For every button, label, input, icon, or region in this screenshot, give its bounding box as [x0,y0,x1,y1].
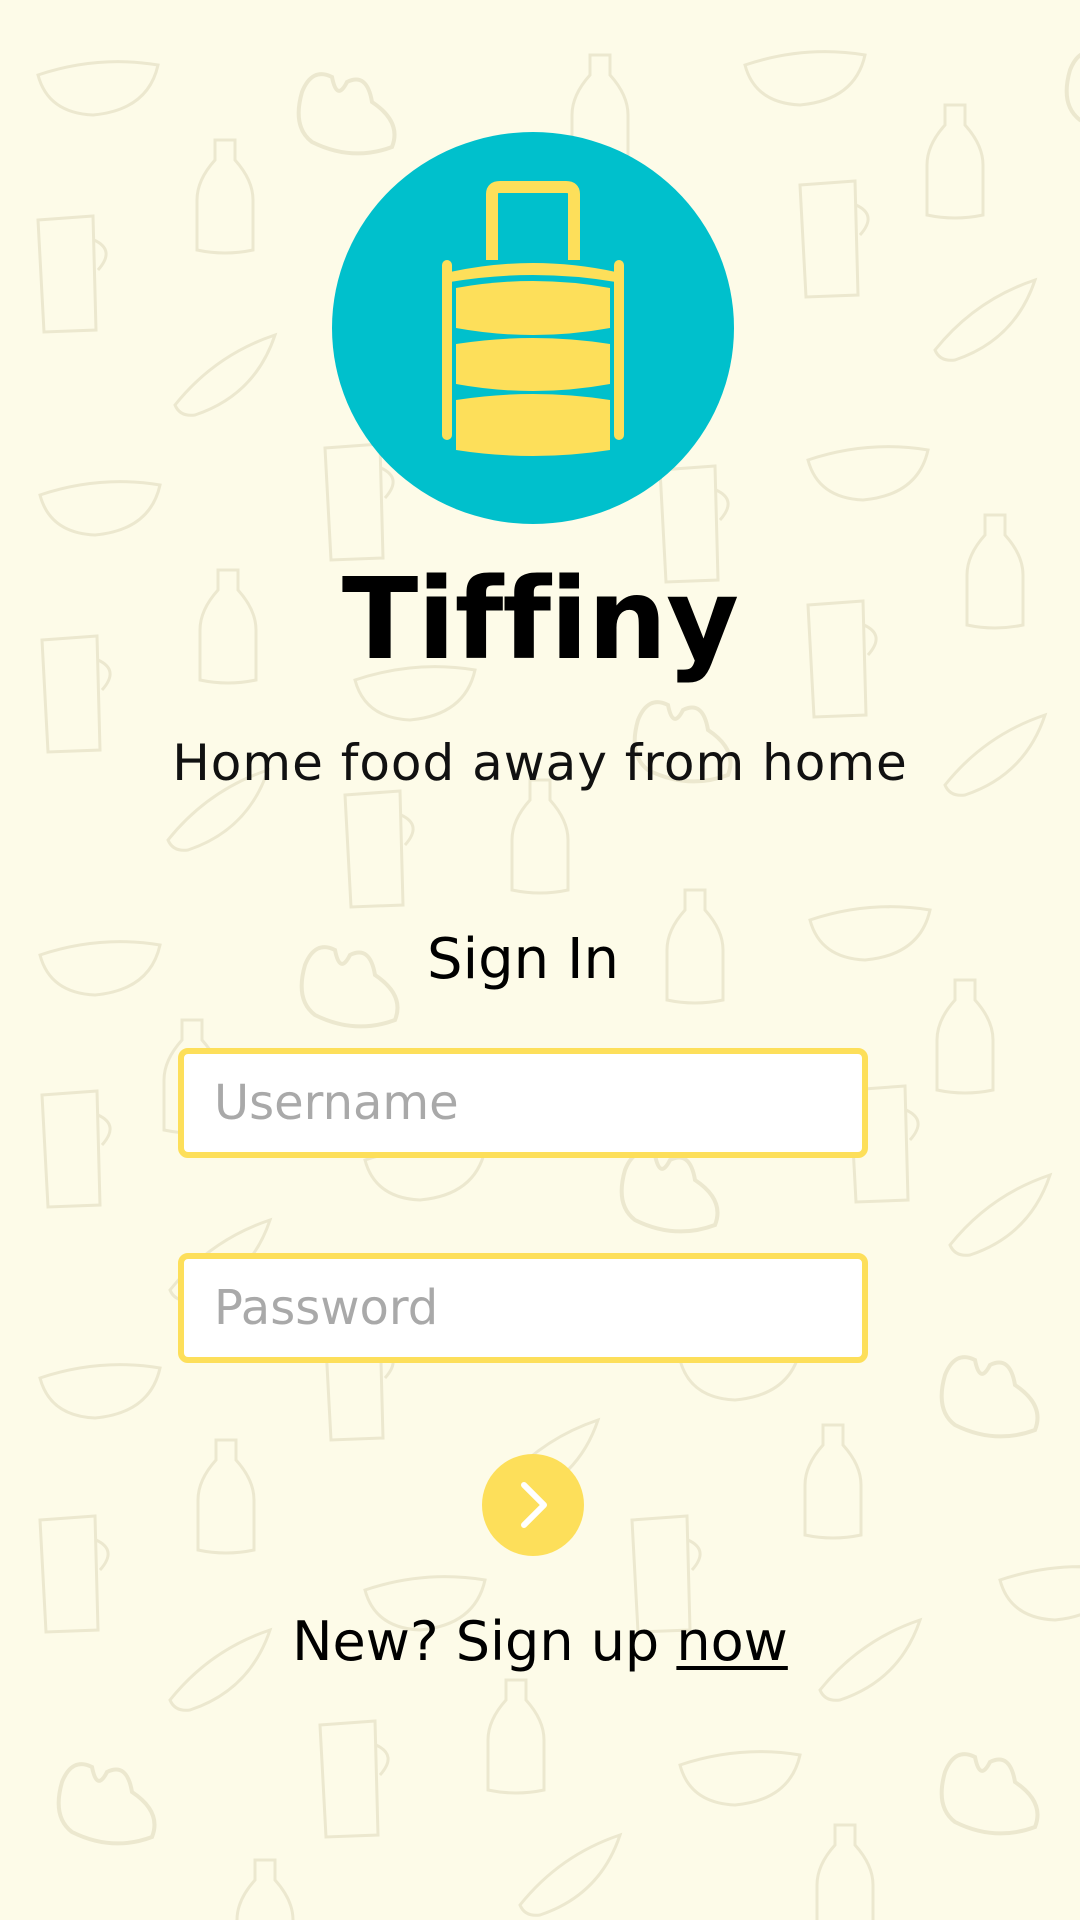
password-input[interactable] [184,1259,862,1357]
chevron-right-icon [521,1482,547,1528]
username-input[interactable] [184,1054,862,1152]
signin-heading: Sign In [427,927,619,992]
app-tagline: Home food away from home [172,734,908,792]
password-field [178,1253,868,1363]
signup-prompt: New? Sign up now [0,1604,1080,1680]
signup-now-link[interactable]: now [676,1610,787,1673]
signup-prompt-text: New? Sign up [292,1610,677,1673]
signin-screen: Tiffiny Home food away from home Sign In… [0,0,1080,1920]
tiffin-box-icon [332,132,734,524]
signin-submit-button[interactable] [482,1454,584,1556]
app-title: Tiffiny [341,555,739,685]
username-field [178,1048,868,1158]
